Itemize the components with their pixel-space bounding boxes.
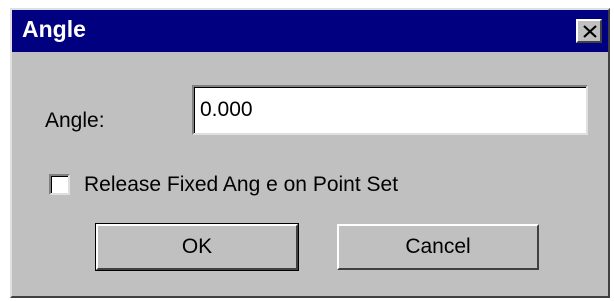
window-title: Angle	[22, 16, 86, 42]
release-fixed-angle-label[interactable]: Release Fixed Ang e on Point Set	[84, 171, 398, 199]
title-bar: Angle	[12, 10, 608, 52]
angle-input[interactable]	[192, 85, 588, 135]
ok-button[interactable]: OK	[95, 223, 299, 271]
cancel-button[interactable]: Cancel	[337, 224, 539, 270]
close-button[interactable]	[576, 19, 602, 43]
angle-label: Angle:	[45, 109, 105, 132]
release-fixed-angle-checkbox[interactable]	[49, 174, 70, 195]
close-icon	[583, 25, 597, 38]
angle-dialog: Angle Angle: Release Fixed Ang e on Poin…	[10, 8, 610, 298]
